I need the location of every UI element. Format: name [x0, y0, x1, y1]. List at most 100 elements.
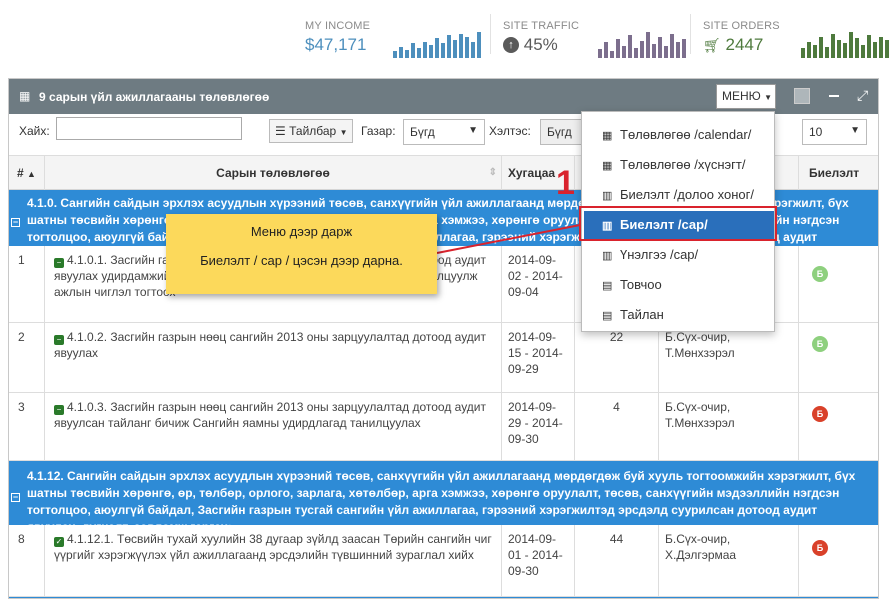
search-input[interactable]: [56, 117, 242, 140]
collapse-icon[interactable]: −: [11, 218, 20, 227]
calendar-icon: ▦: [19, 89, 31, 103]
col-plan[interactable]: Сарын төлөвлөгөө ⇕: [45, 156, 502, 190]
spark-bar: [873, 42, 877, 58]
scope-select[interactable]: Бүгд: [540, 119, 585, 145]
row-person: Б.Сүх-очир, Х.Дэлгэрмаа: [659, 525, 799, 596]
file-icon: ▤: [602, 280, 613, 292]
spark-bar: [807, 42, 811, 58]
collapse-icon[interactable]: −: [11, 493, 20, 502]
stat-number: 45%: [523, 35, 558, 54]
stat-label: SITE TRAFFIC: [503, 20, 580, 32]
file-icon: ▤: [602, 310, 613, 322]
status-badge: Б: [812, 266, 828, 282]
stat-income: MY INCOME $47,171: [305, 18, 495, 60]
row-perf: Б: [799, 393, 878, 460]
spark-bar: [441, 43, 445, 58]
menu-item[interactable]: ▦ Төлөвлөгөө /хүснэгт/: [582, 150, 774, 180]
col-perf-label: Биелэлт: [809, 166, 860, 180]
menu-item-label: Үнэлгээ /сар/: [620, 247, 699, 262]
explain-button[interactable]: ☰ Тайлбар ▼: [269, 119, 353, 143]
spark-bar: [652, 44, 656, 58]
spark-bar: [604, 42, 608, 58]
row-date: 2014-09-01 - 2014-09-30: [502, 525, 575, 596]
row-num: 2: [9, 323, 45, 392]
page-size-value: 10: [809, 125, 823, 139]
spark-bar: [801, 48, 805, 58]
menu-item[interactable]: ▦ Төлөвлөгөө /calendar/: [582, 120, 774, 150]
location-select[interactable]: Бүгд ▼: [403, 119, 485, 145]
minus-icon[interactable]: −: [54, 335, 64, 345]
menu-item-label: Төлөвлөгөө /calendar/: [620, 127, 752, 142]
minus-icon[interactable]: −: [54, 405, 64, 415]
step-number: 1: [556, 164, 575, 202]
location-value: Бүгд: [410, 125, 435, 139]
col-num[interactable]: # ▲: [9, 156, 45, 190]
panel-title: 9 сарын үйл ажиллагааны төлөвлөгөө: [39, 90, 270, 104]
bar-chart-icon: ▥: [602, 250, 613, 262]
menu-item-label: Тайлан: [620, 307, 664, 322]
menu-item[interactable]: ▥ Үнэлгээ /сар/: [582, 240, 774, 270]
spark-bar: [849, 32, 853, 58]
col-perf[interactable]: Биелэлт: [799, 156, 878, 190]
minimize-icon[interactable]: [829, 95, 839, 97]
menu-button[interactable]: МЕНЮ ▼: [716, 84, 776, 109]
col-plan-label: Сарын төлөвлөгөө: [216, 166, 330, 180]
checkbox-checked-icon[interactable]: ✓: [54, 537, 64, 547]
group-row[interactable]: − 4.1.12. Сангийн сайдын эрхлэх асуудлын…: [9, 461, 878, 534]
sparkline: [393, 28, 481, 58]
spark-bar: [676, 42, 680, 58]
menu-item[interactable]: ▥ Биелэлт /долоо хоног/: [582, 180, 774, 210]
spark-bar: [435, 38, 439, 58]
spark-bar: [843, 43, 847, 58]
menu-item[interactable]: ▤ Тайлан: [582, 300, 774, 330]
spark-bar: [819, 37, 823, 58]
sort-icon: ⇕: [488, 167, 497, 178]
explain-label: Тайлбар: [289, 124, 337, 138]
spark-bar: [411, 43, 415, 58]
spark-bar: [646, 32, 650, 58]
row-plan: −4.1.0.2. Засгийн газрын нөөц сангийн 20…: [45, 323, 502, 392]
menu-button-label: МЕНЮ: [722, 89, 761, 103]
stat-label: SITE ORDERS: [703, 20, 780, 32]
spark-bar: [423, 42, 427, 58]
spark-bar: [825, 47, 829, 58]
table-row[interactable]: 2 −4.1.0.2. Засгийн газрын нөөц сангийн …: [9, 323, 878, 393]
spark-bar: [622, 46, 626, 58]
menu-item[interactable]: ▥ Биелэлт /сар/: [584, 211, 774, 239]
spark-bar: [670, 34, 674, 58]
table-row[interactable]: 3 −4.1.0.3. Засгийн газрын нөөц сангийн …: [9, 393, 878, 461]
stat-traffic: SITE TRAFFIC ↑ 45%: [503, 18, 693, 60]
callout-line1: Меню дээр дарж: [250, 224, 353, 239]
menu-item-label: Төлөвлөгөө /хүснэгт/: [620, 157, 746, 172]
cart-icon: 🛒︎: [703, 37, 721, 53]
page-size-select[interactable]: 10 ▼: [802, 119, 867, 145]
row-date: 2014-09-02 - 2014-09-04: [502, 246, 575, 322]
status-badge: Б: [812, 540, 828, 556]
caret-down-icon: ▼: [764, 93, 773, 102]
spark-bar: [393, 51, 397, 58]
color-picker-button[interactable]: [794, 88, 810, 104]
caret-down-icon: ▼: [468, 125, 478, 136]
spark-bar: [405, 50, 409, 58]
status-badge: Б: [812, 336, 828, 352]
spark-bar: [879, 37, 883, 58]
arrow-up-icon: ↑: [503, 37, 519, 53]
spark-bar: [399, 47, 403, 58]
fullscreen-icon[interactable]: ⤢: [857, 87, 868, 104]
spark-bar: [465, 37, 469, 58]
table-row[interactable]: 8 ✓ 4.1.12.1. Төсвийн тухай хуулийн 38 ду…: [9, 525, 878, 597]
spark-bar: [598, 49, 602, 58]
search-label: Хайх:: [19, 124, 50, 138]
row-date: 2014-09-15 - 2014-09-29: [502, 323, 575, 392]
bar-chart-icon: ▥: [602, 220, 613, 232]
minus-icon[interactable]: −: [54, 258, 64, 268]
spark-bar: [628, 35, 632, 58]
menu-item[interactable]: ▤ Товчоо: [582, 270, 774, 300]
col-num-label: #: [17, 166, 24, 180]
stat-value: $47,171: [305, 35, 367, 54]
divider: [490, 14, 491, 54]
panel-header: ▦ 9 сарын үйл ажиллагааны төлөвлөгөө МЕН…: [9, 79, 878, 114]
row-plan-text: 4.1.12.1. Төсвийн тухай хуулийн 38 дугаа…: [54, 532, 492, 562]
sparkline: [598, 28, 686, 58]
spark-bar: [867, 35, 871, 58]
